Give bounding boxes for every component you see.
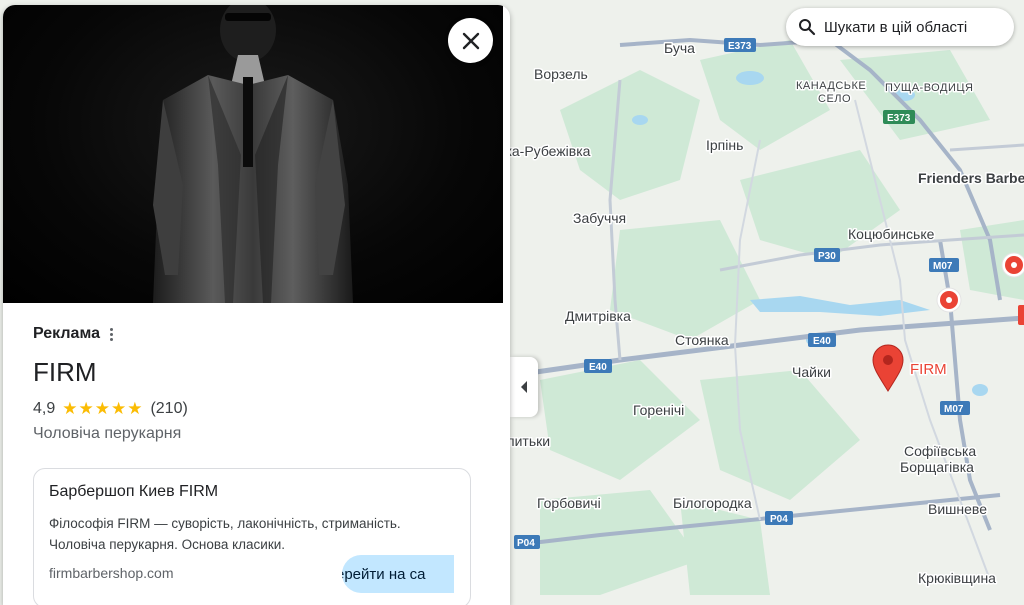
road-shield-label: M07 <box>944 404 964 415</box>
place-label: ПУЩА-ВОДИЦЯ <box>885 82 973 94</box>
ad-card[interactable]: Барбершоп Киев FIRM Філософія FIRM — сув… <box>33 468 471 605</box>
place-label: Борщагівка <box>900 459 974 475</box>
place-category[interactable]: Чоловіча перукарня <box>33 425 181 443</box>
place-label: СЕЛО <box>818 93 851 105</box>
visit-site-label: ерейти на са <box>342 565 426 583</box>
road-shield-label: E40 <box>589 362 607 373</box>
place-label: Забуччя <box>573 210 626 226</box>
place-label: Стоянка <box>675 332 729 348</box>
sponsored-row: Реклама <box>33 325 113 343</box>
place-pin[interactable] <box>1001 252 1024 278</box>
place-label: Крюківщина <box>918 570 996 586</box>
ad-description: Філософія FIRM — суворість, лаконічність… <box>49 516 401 552</box>
caret-left-icon <box>521 381 527 393</box>
ad-url[interactable]: firmbarbershop.com <box>49 565 174 581</box>
man-in-coat-photo <box>153 5 353 303</box>
review-count[interactable]: (210) <box>150 400 187 418</box>
place-label: Ірпінь <box>706 137 743 153</box>
place-label: Білогородка <box>673 495 752 511</box>
road-shield-label: P30 <box>818 251 836 262</box>
place-pin-edge[interactable] <box>1018 305 1024 325</box>
road-shield-label: M07 <box>933 261 953 272</box>
road-shield-label: P04 <box>517 538 535 549</box>
road-shield-label: E373 <box>728 41 752 52</box>
place-label: Софіївська <box>904 443 976 459</box>
place-pin[interactable] <box>936 287 962 313</box>
place-label: Горенічі <box>633 402 684 418</box>
sponsored-label: Реклама <box>33 325 100 342</box>
place-label: вка-Рубежівка <box>498 143 591 159</box>
close-icon <box>462 32 479 49</box>
road-shield-label: E373 <box>887 113 911 124</box>
rating-row: 4,9 ★★★★★ (210) <box>33 399 188 419</box>
place-label: КАНАДСЬКЕ <box>796 80 866 92</box>
place-title: FIRM <box>33 357 97 387</box>
place-panel: Реклама FIRM 4,9 ★★★★★ (210) Чоловіча пе… <box>3 5 510 605</box>
place-label: Вишневе <box>928 501 987 517</box>
place-label: Дмитрівка <box>565 308 631 324</box>
search-icon <box>799 19 816 36</box>
search-this-area-label: Шукати в цій області <box>824 18 968 36</box>
place-label: питьки <box>507 433 550 449</box>
ad-title[interactable]: Барбершоп Киев FIRM <box>49 483 218 501</box>
close-button[interactable] <box>448 18 493 63</box>
more-options-icon[interactable] <box>109 327 113 341</box>
hero-photo[interactable] <box>3 5 503 303</box>
place-label: Буча <box>664 40 695 56</box>
selected-pin-label[interactable]: FIRM <box>909 360 949 380</box>
place-label: Ворзель <box>534 66 588 82</box>
place-label: Коцюбинське <box>848 226 935 242</box>
star-rating-icon: ★★★★★ <box>62 399 144 418</box>
visit-site-button[interactable]: ерейти на са <box>342 555 454 593</box>
place-label: Горбовичі <box>537 495 601 511</box>
rating-value: 4,9 <box>33 400 56 417</box>
road-shield-label: P04 <box>770 514 788 525</box>
collapse-panel-button[interactable] <box>510 357 538 417</box>
road-shield-label: E40 <box>813 336 831 347</box>
place-label: Чайки <box>792 364 831 380</box>
place-label: Frienders Barbe <box>918 170 1024 186</box>
search-this-area-button[interactable]: Шукати в цій області <box>786 8 1014 46</box>
